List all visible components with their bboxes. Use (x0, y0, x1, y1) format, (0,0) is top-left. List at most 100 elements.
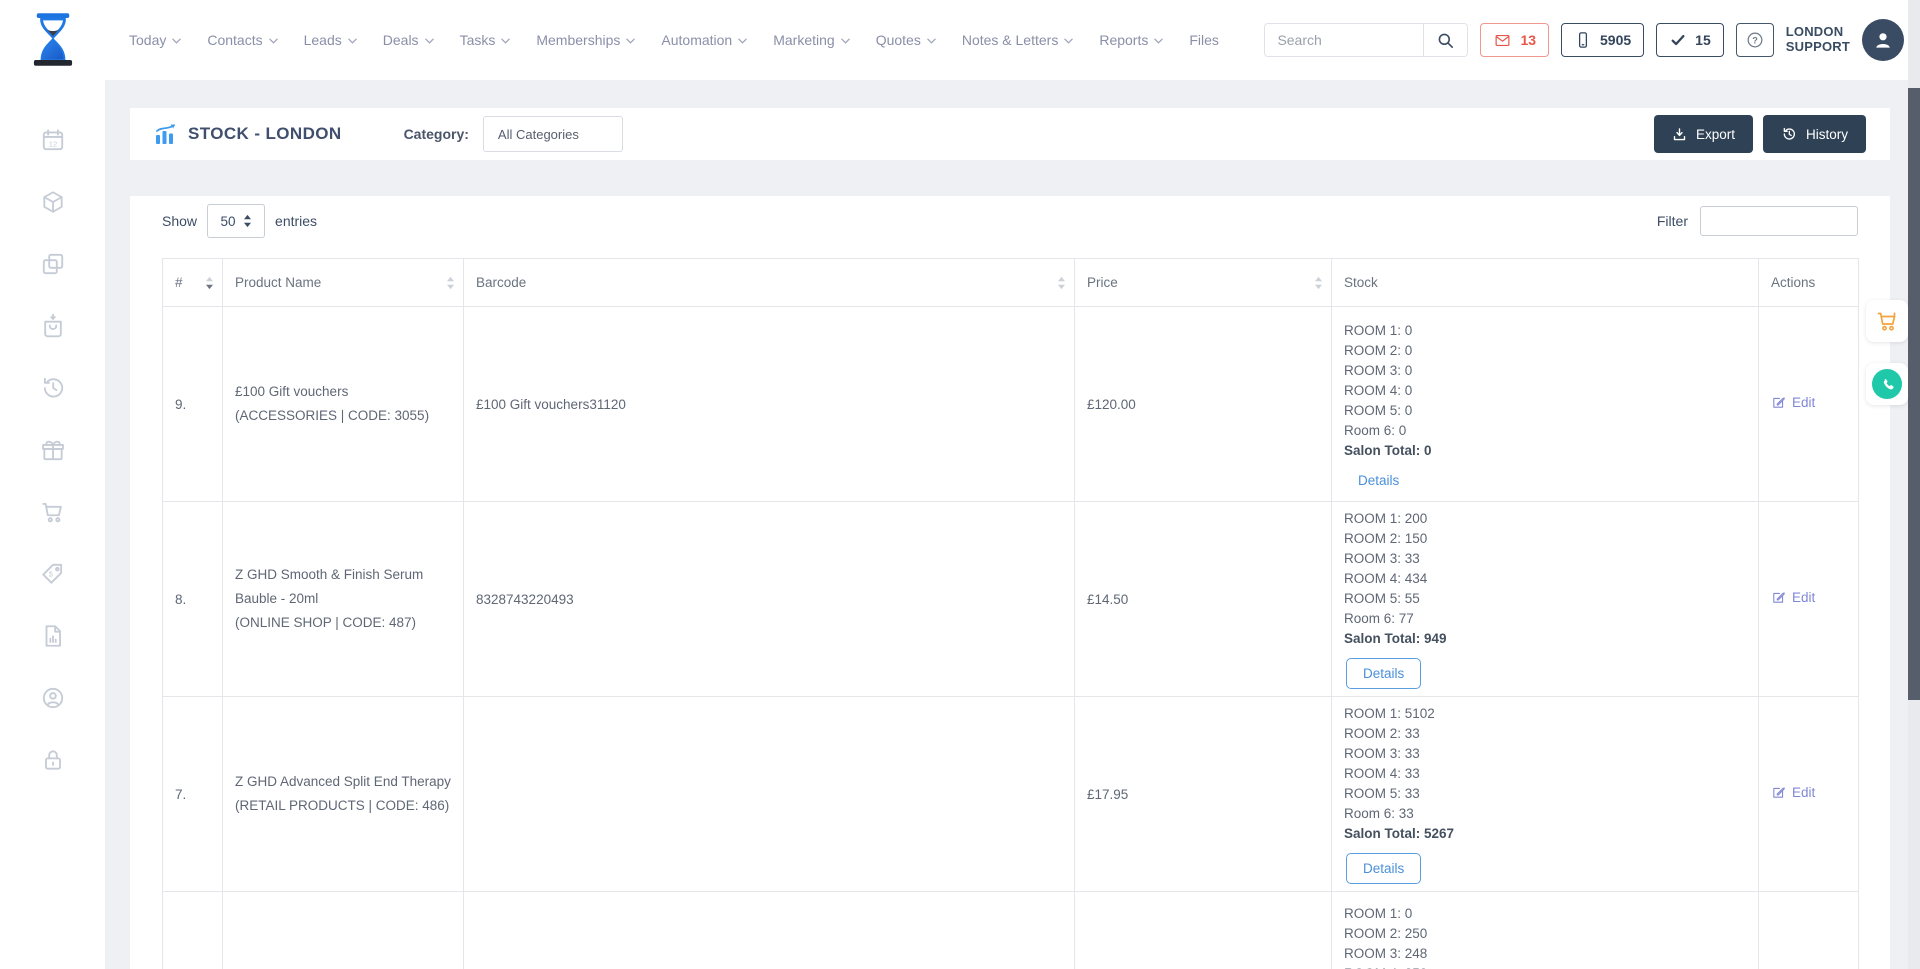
sidebar-item-lock[interactable] (40, 747, 66, 773)
stock-line: ROOM 2: 150 (1344, 529, 1746, 549)
cell-actions (1759, 892, 1859, 969)
clone-icon (40, 251, 66, 277)
sidebar-item-price-tag[interactable]: $ (40, 561, 66, 587)
stock-table: #Product NameBarcodePriceStockActions 9.… (162, 258, 1859, 969)
category-select[interactable]: All Categories (483, 116, 623, 152)
nav-item-notes-and-letters[interactable]: Notes & Letters (962, 32, 1074, 48)
chevron-down-icon (1154, 38, 1163, 44)
edit-icon (1771, 590, 1786, 605)
sidebar-item-package[interactable] (40, 189, 66, 215)
gift-icon (40, 437, 66, 463)
nav-item-memberships[interactable]: Memberships (536, 32, 635, 48)
export-button[interactable]: Export (1654, 115, 1753, 153)
table-row: 8.Z GHD Smooth & Finish Serum Bauble - 2… (163, 502, 1859, 697)
price-tag-icon: $ (40, 561, 66, 587)
nav-item-label: Tasks (460, 32, 496, 48)
search-input[interactable] (1265, 24, 1423, 56)
table-controls: Show 50 entries Filter (162, 196, 1858, 238)
chevron-down-icon (172, 38, 181, 44)
cell-stock: ROOM 1: 200ROOM 2: 150ROOM 3: 33ROOM 4: … (1332, 502, 1759, 697)
svg-text:$: $ (48, 572, 52, 579)
col-header-num[interactable]: # (163, 259, 223, 307)
details-button[interactable]: Details (1346, 658, 1421, 689)
sidebar-item-user-circle[interactable] (40, 685, 66, 711)
col-header-barcode[interactable]: Barcode (464, 259, 1075, 307)
cell-row-number: 7. (163, 697, 223, 892)
cell-row-number: 8. (163, 502, 223, 697)
col-header-stock: Stock (1332, 259, 1759, 307)
table-row: 7.Z GHD Advanced Split End Therapy(RETAI… (163, 697, 1859, 892)
download-icon (1672, 127, 1687, 142)
nav-item-deals[interactable]: Deals (383, 32, 434, 48)
nav-item-leads[interactable]: Leads (304, 32, 357, 48)
cell-product-name: £100 Gift vouchers(ACCESSORIES | CODE: 3… (223, 307, 464, 502)
col-header-label: Product Name (235, 275, 321, 290)
scrollbar-track[interactable] (1908, 0, 1920, 969)
badge-group: 13 5905 15 (1480, 23, 1723, 57)
details-button[interactable]: Details (1358, 473, 1399, 488)
nav-item-automation[interactable]: Automation (661, 32, 747, 48)
sidebar-item-bag-download[interactable] (40, 313, 66, 339)
cart-widget-button[interactable] (1866, 300, 1908, 342)
nav-item-label: Deals (383, 32, 419, 48)
cell-barcode: 8328743220493 (464, 502, 1075, 697)
nav-item-reports[interactable]: Reports (1099, 32, 1163, 48)
nav-item-files[interactable]: Files (1189, 32, 1219, 48)
nav-item-label: Contacts (207, 32, 262, 48)
page-title: STOCK - LONDON (188, 124, 342, 144)
cell-product-name: Z GHD Advanced Split End Therapy(RETAIL … (223, 697, 464, 892)
cell-stock: ROOM 1: 5102ROOM 2: 33ROOM 3: 33ROOM 4: … (1332, 697, 1759, 892)
edit-button[interactable]: Edit (1771, 590, 1815, 605)
sidebar-item-cart[interactable] (40, 499, 66, 525)
stock-line: ROOM 3: 33 (1344, 549, 1746, 569)
badge-messages[interactable]: 13 (1480, 23, 1549, 57)
edit-icon (1771, 395, 1786, 410)
edit-button[interactable]: Edit (1771, 785, 1815, 800)
nav-item-label: Automation (661, 32, 732, 48)
nav-item-marketing[interactable]: Marketing (773, 32, 849, 48)
main-panel: Show 50 entries Filter # Product Name Barc… (130, 196, 1890, 969)
show-label: Show (162, 213, 197, 229)
stock-line: ROOM 4: 33 (1344, 764, 1746, 784)
search-button[interactable] (1423, 24, 1467, 56)
badge-tasks-done[interactable]: 15 (1656, 23, 1724, 57)
sidebar-item-clone[interactable] (40, 251, 66, 277)
edit-button[interactable]: Edit (1771, 395, 1815, 410)
cell-stock: ROOM 1: 0ROOM 2: 250ROOM 3: 248ROOM 4: 2… (1332, 892, 1759, 969)
cart-icon (1875, 309, 1899, 333)
chevron-down-icon (501, 38, 510, 44)
cart-icon (40, 499, 66, 525)
nav-item-tasks[interactable]: Tasks (460, 32, 511, 48)
avatar[interactable] (1862, 19, 1904, 61)
scrollbar-thumb[interactable] (1908, 88, 1920, 700)
salon-total: Salon Total: 949 (1344, 629, 1746, 649)
cell-product-name (223, 892, 464, 969)
chevron-down-icon (1064, 38, 1073, 44)
nav-item-quotes[interactable]: Quotes (876, 32, 936, 48)
col-header-price[interactable]: Price (1075, 259, 1332, 307)
table-row: 9.£100 Gift vouchers(ACCESSORIES | CODE:… (163, 307, 1859, 502)
stock-line: ROOM 3: 33 (1344, 744, 1746, 764)
cell-price (1075, 892, 1332, 969)
sidebar-item-calendar[interactable]: 12 (40, 127, 66, 153)
page-size-select[interactable]: 50 (207, 204, 265, 238)
call-widget-button[interactable] (1866, 363, 1908, 405)
details-button[interactable]: Details (1346, 853, 1421, 884)
hourglass-logo-icon (32, 13, 74, 67)
col-header-product-name[interactable]: Product Name (223, 259, 464, 307)
edit-label: Edit (1792, 590, 1815, 605)
stock-line: ROOM 1: 0 (1344, 904, 1746, 924)
nav-item-contacts[interactable]: Contacts (207, 32, 277, 48)
sidebar-item-gift[interactable] (40, 437, 66, 463)
app-logo[interactable] (0, 13, 105, 67)
nav-item-today[interactable]: Today (129, 32, 181, 48)
history-button[interactable]: History (1763, 115, 1866, 153)
stock-line: ROOM 3: 0 (1344, 361, 1746, 381)
help-button[interactable]: ? (1736, 23, 1774, 57)
product-meta: (ONLINE SHOP | CODE: 487) (235, 611, 451, 635)
sidebar-item-history[interactable] (40, 375, 66, 401)
sidebar-item-report-file[interactable] (40, 623, 66, 649)
badge-calls[interactable]: 5905 (1561, 23, 1644, 57)
filter-input[interactable] (1700, 206, 1858, 236)
product-meta: (ACCESSORIES | CODE: 3055) (235, 404, 451, 428)
